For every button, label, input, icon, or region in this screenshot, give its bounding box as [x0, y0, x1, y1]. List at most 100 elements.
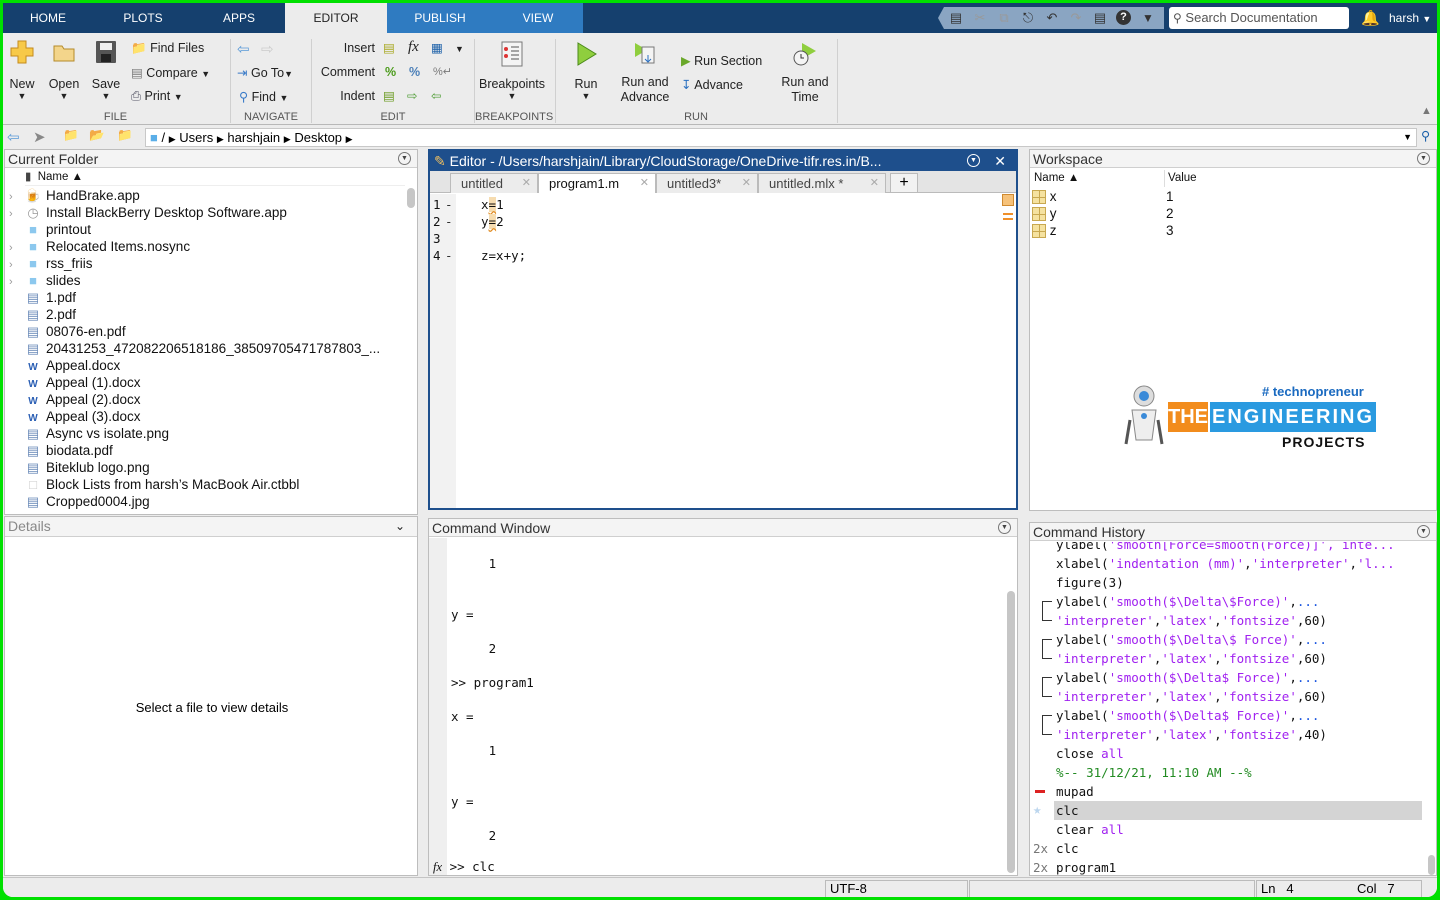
history-entry[interactable]: 2x program1: [1030, 858, 1422, 875]
history-entry[interactable]: xlabel('indentation (mm)','interpreter',…: [1030, 554, 1422, 573]
history-entry[interactable]: 'interpreter','latex','fontsize',60): [1030, 687, 1422, 706]
warning-marker[interactable]: [1003, 213, 1013, 215]
file-list-item[interactable]: ▤ Async vs isolate.png: [9, 425, 169, 442]
file-list-item[interactable]: W Appeal.docx: [9, 357, 120, 374]
panel-menu-icon[interactable]: ▼: [1417, 152, 1430, 165]
wrap-comments-icon[interactable]: %↵: [433, 65, 452, 78]
tab-apps[interactable]: APPS: [193, 3, 285, 33]
file-list-item[interactable]: ▤ 20431253_472082206518186_38509705471787…: [9, 340, 380, 357]
history-entry[interactable]: clear all: [1030, 820, 1422, 839]
run-and-advance-button[interactable]: Run and Advance: [615, 41, 675, 105]
go-to-button[interactable]: ⇥ Go To▼: [237, 65, 293, 80]
file-list-item[interactable]: W Appeal (1).docx: [9, 374, 140, 391]
customize-icon[interactable]: ▼: [1140, 10, 1156, 26]
editor-close-icon[interactable]: ✕: [994, 151, 1006, 171]
history-entry[interactable]: ylabel('smooth($\Delta$ Force)',...: [1030, 668, 1422, 688]
undo-icon[interactable]: ↶: [1044, 10, 1060, 26]
code-analyzer-warning-indicator[interactable]: [1002, 194, 1014, 206]
compare-button[interactable]: ▤ Compare ▼: [131, 65, 210, 80]
editor-menu-icon[interactable]: ▼: [967, 154, 980, 167]
favorite-star-icon[interactable]: ★: [1033, 801, 1041, 820]
editor-tab[interactable]: untitled.mlx * ✕: [758, 173, 886, 193]
file-list-item[interactable]: W Appeal (2).docx: [9, 391, 140, 408]
smart-indent-icon[interactable]: ▤: [383, 88, 395, 103]
file-list-item[interactable]: › ■ slides: [9, 272, 81, 289]
collapse-toolstrip-icon[interactable]: ▲: [1421, 105, 1432, 117]
file-list-item[interactable]: › 🍺 HandBrake.app: [9, 187, 140, 204]
paste-icon[interactable]: ⎋: [1020, 10, 1036, 26]
code-line[interactable]: 1- x=1: [433, 196, 504, 213]
workspace-variable-row[interactable]: z3: [1032, 222, 1432, 239]
file-list-item[interactable]: ▤ 1.pdf: [9, 289, 76, 306]
file-list-item[interactable]: › ◷ Install BlackBerry Desktop Software.ap…: [9, 204, 287, 221]
code-line[interactable]: 2- y=2: [433, 213, 504, 230]
open-button[interactable]: Open ▼: [47, 39, 81, 101]
search-folder-icon[interactable]: ⚲: [1421, 128, 1430, 143]
back-arrow-icon[interactable]: ⇦: [237, 40, 250, 58]
workspace-variable-row[interactable]: y2: [1032, 205, 1432, 222]
tab-close-icon[interactable]: ✕: [870, 174, 879, 193]
history-entry[interactable]: %-- 31/12/21, 11:10 AM --%: [1030, 763, 1422, 782]
copy-icon[interactable]: ⧉: [996, 10, 1012, 26]
file-list-item[interactable]: □ Block Lists from harsh’s MacBook Air.ct…: [9, 476, 299, 493]
file-list-item[interactable]: ▤ biodata.pdf: [9, 442, 113, 459]
history-entry[interactable]: figure(3): [1030, 573, 1422, 592]
command-prompt-line[interactable]: fx >> clc: [433, 858, 495, 875]
user-menu[interactable]: harsh ▼: [1389, 3, 1431, 34]
switch-windows-icon[interactable]: ▤: [1092, 10, 1108, 26]
path-segment[interactable]: Desktop: [294, 130, 342, 145]
command-window-scrollbar[interactable]: [1007, 591, 1015, 873]
insert-dropdown-icon[interactable]: ▼: [455, 44, 464, 54]
path-segment[interactable]: Users: [179, 130, 213, 145]
file-list-item[interactable]: › ■ rss_friis: [9, 255, 93, 272]
file-list-item[interactable]: W Appeal (3).docx: [9, 408, 140, 425]
tab-home[interactable]: HOME: [3, 3, 93, 33]
panel-menu-icon[interactable]: ▼: [998, 521, 1011, 534]
tab-editor[interactable]: EDITOR: [285, 3, 387, 33]
editor-tab[interactable]: untitled3* ✕: [656, 173, 758, 193]
function-browser-fx-icon[interactable]: fx: [433, 860, 442, 874]
file-list-item[interactable]: ▤ 2.pdf: [9, 306, 76, 323]
file-list-item[interactable]: ▤ Cropped0004.jpg: [9, 493, 150, 510]
browse-folder-icon[interactable]: 📂: [89, 128, 105, 143]
back-icon[interactable]: ⇦: [7, 128, 20, 146]
history-entry[interactable]: ★ clc: [1030, 801, 1422, 820]
editor-tab[interactable]: program1.m ✕: [538, 173, 656, 193]
run-button[interactable]: Run ▼: [569, 41, 603, 101]
name-column-header[interactable]: ▮ Name ▲: [25, 169, 405, 186]
workspace-value-header[interactable]: Value: [1164, 170, 1197, 187]
run-and-time-button[interactable]: Run and Time: [777, 41, 833, 105]
file-list-item[interactable]: ▤ 08076-en.pdf: [9, 323, 126, 340]
tab-close-icon[interactable]: ✕: [522, 174, 531, 193]
save-icon[interactable]: ▤: [948, 10, 964, 26]
forward-icon[interactable]: ➤: [33, 128, 46, 146]
tab-view[interactable]: VIEW: [493, 3, 583, 33]
history-entry[interactable]: mupad: [1030, 782, 1422, 801]
breakpoints-button[interactable]: Breakpoints ▼: [476, 41, 548, 101]
history-entry[interactable]: 'interpreter','latex','fontsize',40): [1030, 725, 1422, 744]
folder-tools-icon[interactable]: 📁: [117, 128, 133, 143]
command-history-scrollbar[interactable]: [1428, 855, 1435, 875]
search-documentation-input[interactable]: ⚲ Search Documentation: [1169, 7, 1349, 29]
history-entry[interactable]: ylabel('smooth($\Delta\$ Force)',...: [1030, 630, 1422, 650]
code-line[interactable]: 3: [433, 230, 481, 247]
file-list-scrollbar[interactable]: [407, 188, 415, 208]
decrease-indent-icon[interactable]: ⇦: [431, 88, 441, 103]
breakpoint-dash[interactable]: -: [445, 213, 481, 230]
history-entry[interactable]: ylabel('smooth($\Delta\$Force)',...: [1030, 592, 1422, 612]
breakpoint-dash[interactable]: -: [445, 247, 481, 264]
notification-bell-icon[interactable]: 🔔: [1361, 9, 1380, 27]
history-entry[interactable]: 'interpreter','latex','fontsize',60): [1030, 611, 1422, 630]
tab-plots[interactable]: PLOTS: [93, 3, 193, 33]
increase-indent-icon[interactable]: ⇨: [407, 88, 417, 103]
new-tab-button[interactable]: +: [890, 173, 918, 193]
run-section-button[interactable]: ▶ Run Section: [681, 53, 762, 68]
save-button[interactable]: Save ▼: [91, 39, 121, 101]
editor-tab[interactable]: untitled ✕: [450, 173, 538, 193]
tab-close-icon[interactable]: ✕: [640, 174, 649, 193]
warning-marker[interactable]: [1003, 218, 1013, 220]
command-input[interactable]: >> clc: [450, 859, 495, 874]
history-entry[interactable]: close all: [1030, 744, 1422, 763]
path-segment[interactable]: harshjain: [227, 130, 280, 145]
code-line[interactable]: 4- z=x+y;: [433, 247, 526, 264]
